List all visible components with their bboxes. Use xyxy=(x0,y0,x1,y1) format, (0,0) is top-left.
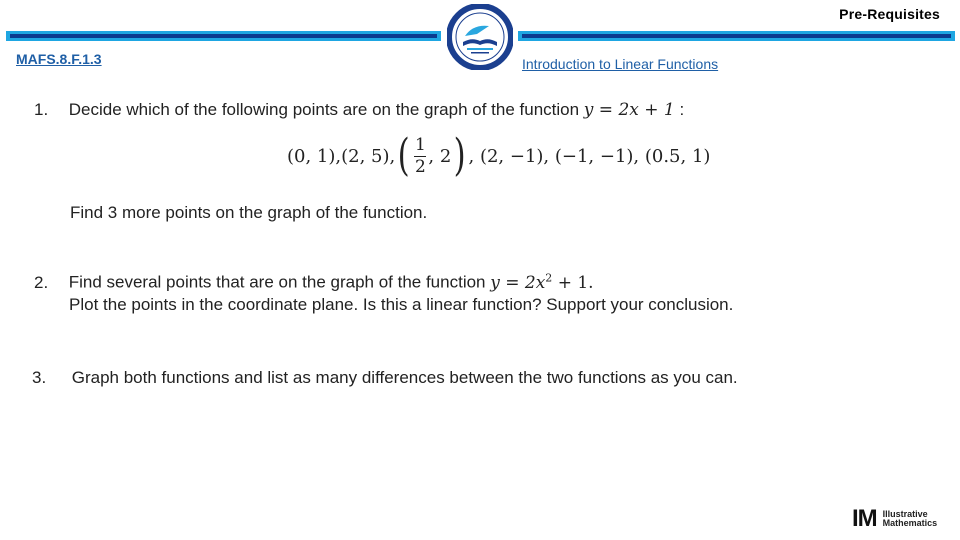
point-y: , 2 xyxy=(428,145,452,167)
lesson-title-link[interactable]: Introduction to Linear Functions xyxy=(522,56,718,72)
brand-name: Illustrative Mathematics xyxy=(882,508,938,528)
question-text: Decide which of the following points are… xyxy=(68,100,580,119)
question-2-followup: Plot the points in the coordinate plane.… xyxy=(69,295,734,314)
points-list: (0, 1), (2, 5), ( 1 2 , 2 ) , (2, −1), (… xyxy=(287,134,710,178)
question-2: 2. Find several points that are on the g… xyxy=(34,271,594,293)
question-number: 2. xyxy=(34,272,49,292)
school-district-seal-icon xyxy=(446,3,514,71)
im-mark-icon: IM xyxy=(852,505,878,532)
standard-link[interactable]: MAFS.8.F.1.3 xyxy=(16,51,102,67)
question-1: 1. Decide which of the following points … xyxy=(34,100,684,120)
equation: y = 2x + 1 xyxy=(583,100,675,120)
point: , (2, −1), (−1, −1), (0.5, 1) xyxy=(468,145,711,167)
close-paren: ) xyxy=(453,130,466,181)
point: (2, 5), xyxy=(341,145,396,167)
question-text: Find several points that are on the grap… xyxy=(68,272,486,292)
question-3: 3. Graph both functions and list as many… xyxy=(32,368,738,388)
equation-suffix: : xyxy=(679,100,685,119)
question-text: Graph both functions and list as many di… xyxy=(71,368,738,387)
illustrative-mathematics-logo: IM Illustrative Mathematics xyxy=(852,507,937,531)
question-number: 1. xyxy=(34,100,49,119)
section-title: Pre-Requisites xyxy=(839,6,940,22)
header-bar-right xyxy=(518,31,955,41)
open-paren: ( xyxy=(397,130,410,181)
header-bar-left xyxy=(6,31,441,41)
fraction-denominator: 2 xyxy=(415,156,426,177)
fraction-numerator: 1 xyxy=(415,134,426,155)
question-number: 3. xyxy=(32,368,47,387)
fraction: 1 2 xyxy=(414,134,427,177)
point: (0, 1), xyxy=(287,145,342,167)
question-1-followup: Find 3 more points on the graph of the f… xyxy=(70,203,428,222)
equation: y = 2x2 + 1. xyxy=(490,271,594,293)
